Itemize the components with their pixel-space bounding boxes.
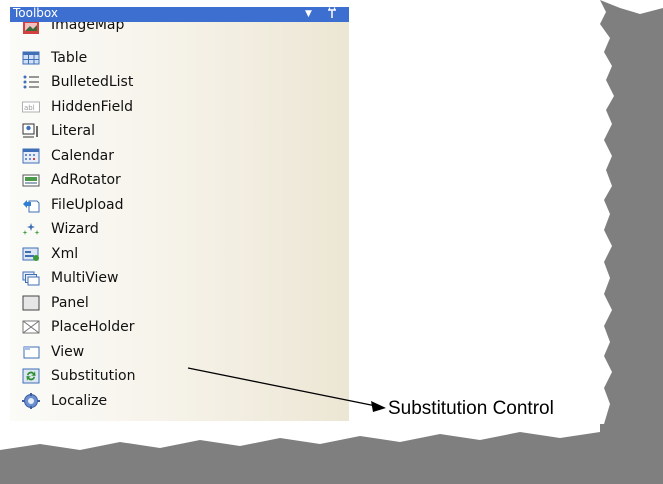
pin-icon[interactable] <box>327 7 337 19</box>
tool-label: AdRotator <box>51 172 121 188</box>
tool-label: FileUpload <box>51 197 124 213</box>
tool-label: Table <box>51 50 88 66</box>
tool-item-xml[interactable]: Xml <box>10 243 310 265</box>
tool-label: PlaceHolder <box>51 319 135 335</box>
substitution-icon <box>22 368 40 384</box>
tool-item-placeholder[interactable]: PlaceHolder <box>10 316 310 338</box>
localize-icon <box>22 393 40 409</box>
tool-item-table[interactable]: Table <box>10 47 310 69</box>
tool-label: Xml <box>51 246 79 262</box>
callout-label: Substitution Control <box>388 398 554 419</box>
tool-item-bulletedlist[interactable]: BulletedList <box>10 71 310 93</box>
calendar-icon <box>22 148 40 164</box>
tool-label: Localize <box>51 393 108 409</box>
tool-item-localize[interactable]: Localize <box>10 390 310 412</box>
tool-item-panel[interactable]: Panel <box>10 292 310 314</box>
tool-label: Substitution <box>51 368 136 384</box>
tool-label: HiddenField <box>51 99 133 115</box>
tool-item-calendar[interactable]: Calendar <box>10 145 310 167</box>
file-upload-icon <box>22 197 40 213</box>
tool-label: Wizard <box>51 221 99 237</box>
dropdown-arrow-icon[interactable]: ▼ <box>305 7 312 22</box>
bulleted-list-icon <box>22 74 40 90</box>
wizard-icon <box>22 221 40 237</box>
tool-item-hiddenfield[interactable]: abl HiddenField <box>10 96 310 118</box>
toolbox-title: Toolbox <box>13 7 58 20</box>
tool-label: Calendar <box>51 148 114 164</box>
hidden-field-icon: abl <box>22 99 40 115</box>
tool-label: Literal <box>51 123 96 139</box>
ad-rotator-icon <box>22 172 40 188</box>
toolbox-panel: ImageMap Table BulletedList abl HiddenFi… <box>10 7 349 421</box>
tool-label: Panel <box>51 295 89 311</box>
panel-icon <box>22 295 40 311</box>
tool-label: BulletedList <box>51 74 134 90</box>
tool-item-imagemap[interactable]: ImageMap <box>10 17 310 38</box>
tool-item-literal[interactable]: Literal <box>10 120 310 142</box>
tool-item-adrotator[interactable]: AdRotator <box>10 169 310 191</box>
tool-item-view[interactable]: View <box>10 341 310 363</box>
tool-label: MultiView <box>51 270 119 286</box>
toolbox-header: Toolbox ▼ <box>10 7 349 22</box>
tool-label: View <box>51 344 85 360</box>
multiview-icon <box>22 270 40 286</box>
xml-icon <box>22 246 40 262</box>
tool-item-fileupload[interactable]: FileUpload <box>10 194 310 216</box>
table-icon <box>22 50 40 66</box>
literal-icon <box>22 123 40 139</box>
view-icon <box>22 344 40 360</box>
tool-item-wizard[interactable]: Wizard <box>10 218 310 240</box>
tool-item-substitution[interactable]: Substitution <box>10 365 310 387</box>
placeholder-icon <box>22 319 40 335</box>
tool-item-multiview[interactable]: MultiView <box>10 267 310 289</box>
svg-text:abl: abl <box>24 104 35 112</box>
